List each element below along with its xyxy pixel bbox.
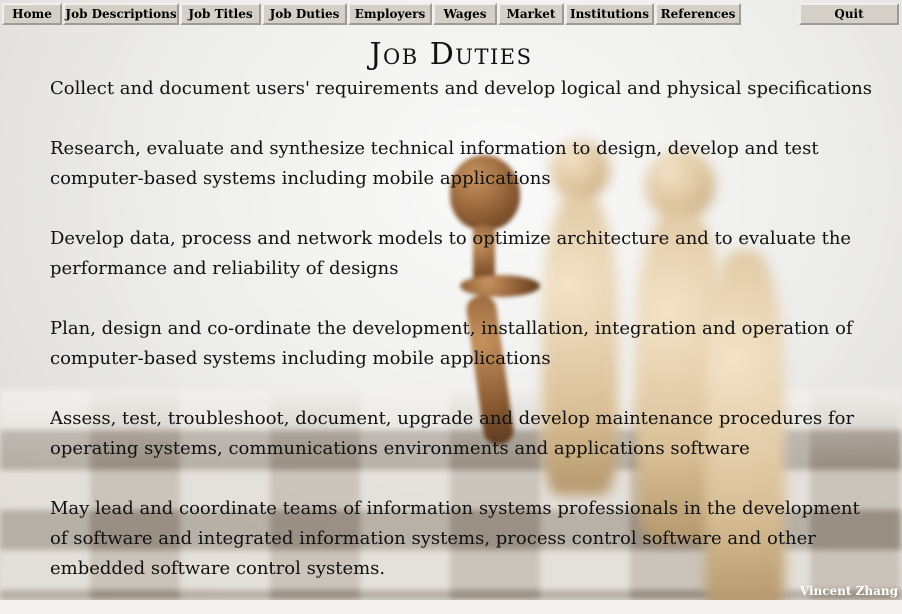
duty-item: Research, evaluate and synthesize techni… <box>50 138 819 189</box>
duty-item: Assess, test, troubleshoot, document, up… <box>50 408 855 459</box>
job-duties-list: Collect and document users' requirements… <box>50 74 880 614</box>
menu-wages-button[interactable]: Wages <box>433 3 497 25</box>
menu-references-button[interactable]: References <box>655 3 741 25</box>
menu-market-button[interactable]: Market <box>498 3 564 25</box>
menu-home-button[interactable]: Home <box>2 3 62 25</box>
photo-credit: Vincent Zhang <box>799 584 898 598</box>
page-title: Job Duties <box>369 37 533 72</box>
menu-job-duties-button[interactable]: Job Duties <box>262 3 347 25</box>
duty-item: Collect and document users' requirements… <box>50 78 872 99</box>
menu-institutions-button[interactable]: Institutions <box>565 3 654 25</box>
duty-item: Develop data, process and network models… <box>50 228 852 279</box>
duty-item: May lead and coordinate teams of informa… <box>50 498 860 579</box>
menu-employers-button[interactable]: Employers <box>348 3 432 25</box>
quit-button[interactable]: Quit <box>799 3 899 25</box>
menu-job-descriptions-button[interactable]: Job Descriptions <box>63 3 179 25</box>
duty-item: Plan, design and co-ordinate the develop… <box>50 318 853 369</box>
menu-job-titles-button[interactable]: Job Titles <box>180 3 261 25</box>
main-menu-bar: Home Job Descriptions Job Titles Job Dut… <box>2 3 742 25</box>
